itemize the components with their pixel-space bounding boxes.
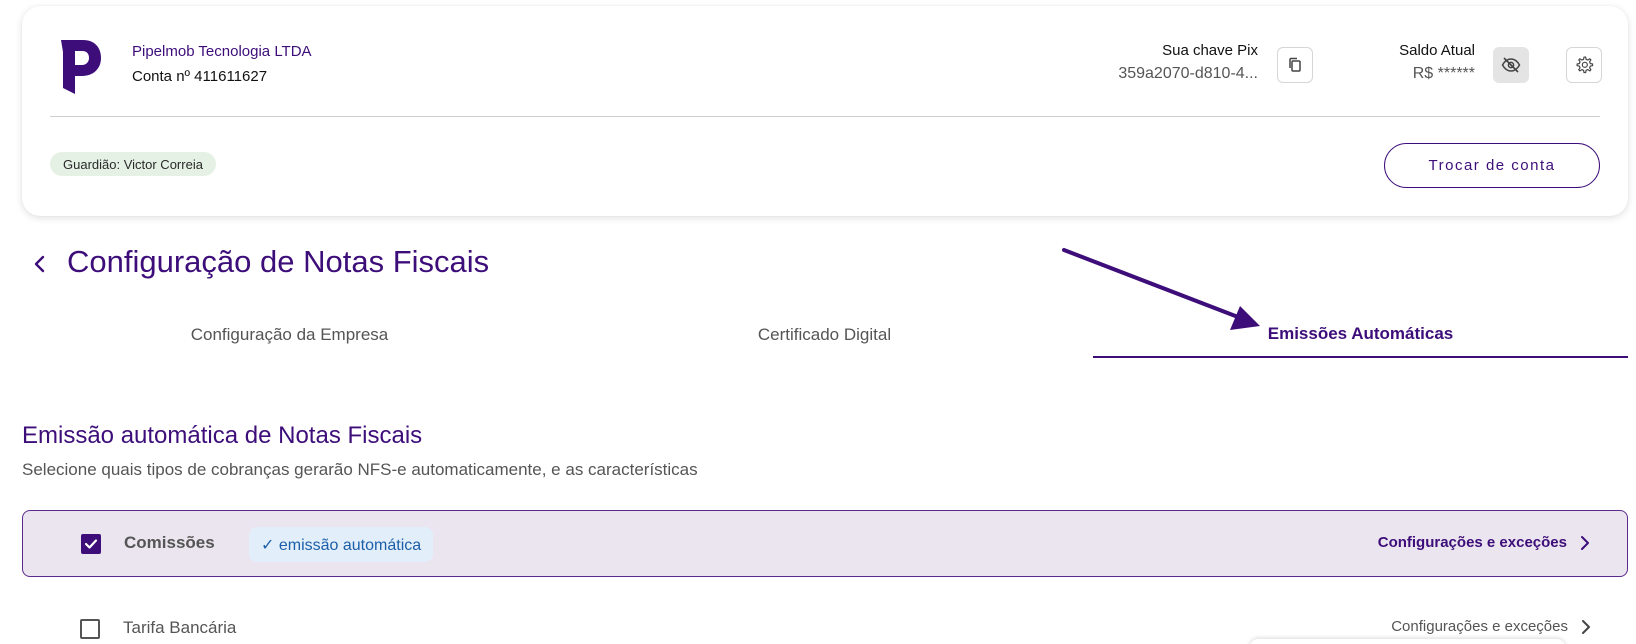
bank-fee-checkbox[interactable] (80, 619, 100, 639)
guardian-badge: Guardião: Victor Correia (50, 152, 216, 176)
section-title: Emissão automática de Notas Fiscais (22, 422, 423, 449)
chevron-right-icon (1581, 535, 1589, 550)
settings-button[interactable] (1566, 47, 1602, 83)
copy-icon (1289, 57, 1301, 72)
balance-value: R$ ****** (1412, 65, 1475, 82)
copy-pix-button[interactable] (1277, 47, 1313, 83)
balance-label: Saldo Atual (1399, 42, 1475, 59)
pix-key-value: 359a2070-d810-4... (1118, 65, 1258, 82)
settings-exceptions-label: Configurações e exceções (1377, 534, 1567, 551)
settings-exceptions-label: Configurações e exceções (1391, 618, 1568, 635)
chevron-right-icon (1582, 619, 1590, 634)
check-icon (84, 539, 98, 549)
balance-block: Saldo Atual R$ ****** (1399, 42, 1475, 83)
gear-icon (1576, 56, 1594, 74)
row-label: Tarifa Bancária (123, 618, 237, 637)
eye-off-icon (1501, 57, 1521, 73)
pix-key-label: Sua chave Pix (1162, 42, 1258, 59)
card-divider (50, 116, 1600, 117)
page-title: Configuração de Notas Fiscais (67, 244, 490, 279)
pix-key-block: Sua chave Pix 359a2070-d810-4... (1118, 42, 1258, 83)
charge-type-row-bank-fee[interactable]: Tarifa Bancária Configurações e exceções (22, 593, 1628, 643)
account-number: Conta nº 411611627 (132, 68, 268, 85)
bottom-overlay-panel (1250, 639, 1565, 644)
pipelmob-logo (61, 40, 101, 94)
commissions-checkbox[interactable] (81, 534, 101, 554)
settings-exceptions-link[interactable]: Configurações e exceções (1391, 618, 1592, 635)
tab-automatic-issuing[interactable]: Emissões Automáticas (1093, 312, 1628, 358)
toggle-balance-button[interactable] (1493, 47, 1529, 83)
row-label: Comissões (124, 533, 215, 552)
chevron-left-icon (34, 255, 45, 273)
company-name: Pipelmob Tecnologia LTDA (132, 43, 312, 60)
settings-exceptions-link[interactable]: Configurações e exceções (1378, 534, 1591, 551)
tab-company-config[interactable]: Configuração da Empresa (22, 312, 557, 358)
back-button[interactable] (28, 252, 52, 276)
tab-digital-certificate[interactable]: Certificado Digital (557, 312, 1092, 358)
switch-account-button[interactable]: Trocar de conta (1384, 143, 1600, 188)
section-subtitle: Selecione quais tipos de cobranças gerar… (22, 460, 698, 479)
charge-type-row-commissions[interactable]: Comissões ✓ emissão automática Configura… (22, 510, 1628, 577)
account-card: Pipelmob Tecnologia LTDA Conta nº 411611… (22, 6, 1628, 216)
auto-issuing-badge: ✓ emissão automática (249, 527, 434, 562)
